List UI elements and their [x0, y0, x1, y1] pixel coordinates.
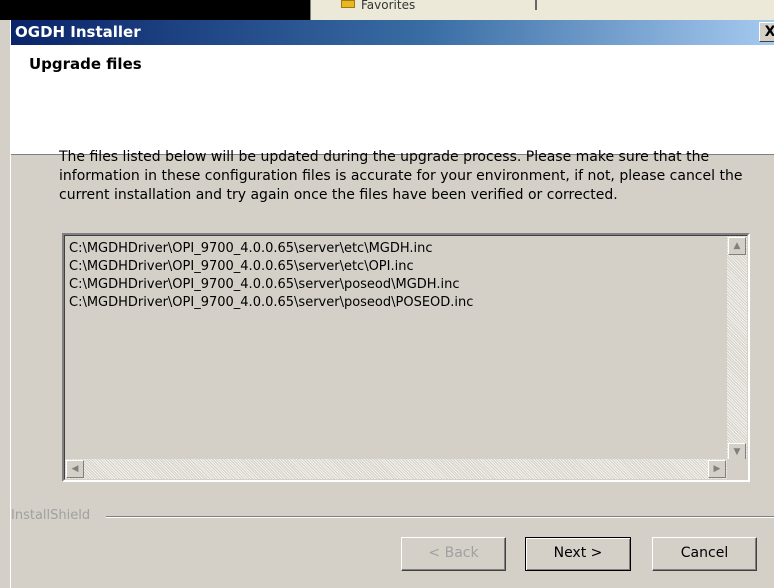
file-item[interactable]: C:\MGDHDriver\OPI_9700_4.0.0.65\server\e…	[69, 240, 729, 258]
installshield-label: InstallShield	[11, 508, 91, 523]
scroll-left-button[interactable]: ◀	[66, 460, 84, 478]
file-list-inner: C:\MGDHDriver\OPI_9700_4.0.0.65\server\e…	[64, 235, 748, 480]
arrow-right-icon: ▶	[713, 464, 721, 474]
horizontal-scrollbar[interactable]: ◀ ▶	[65, 459, 727, 479]
arrow-left-icon: ◀	[71, 464, 79, 474]
arrow-down-icon: ▼	[733, 447, 741, 457]
page-title: Upgrade files	[29, 55, 142, 73]
cancel-button[interactable]: Cancel	[652, 537, 757, 571]
favorites-folder-icon	[341, 0, 355, 8]
vertical-scrollbar[interactable]: ▲ ▼	[727, 236, 747, 462]
window-title: OGDH Installer	[15, 23, 141, 41]
separator-line	[106, 516, 774, 518]
background-window: Favorites	[310, 0, 774, 20]
favorites-label: Favorites	[361, 0, 416, 12]
title-bar[interactable]: OGDH Installer X	[11, 20, 774, 45]
close-button[interactable]: X	[759, 22, 774, 42]
scroll-up-button[interactable]: ▲	[728, 237, 746, 255]
scrollbar-corner	[727, 459, 747, 479]
file-list-box[interactable]: C:\MGDHDriver\OPI_9700_4.0.0.65\server\e…	[62, 233, 750, 482]
arrow-up-icon: ▲	[733, 241, 741, 251]
separator	[535, 0, 537, 10]
next-button[interactable]: Next >	[525, 537, 631, 571]
scroll-right-button[interactable]: ▶	[708, 460, 726, 478]
file-item[interactable]: C:\MGDHDriver\OPI_9700_4.0.0.65\server\p…	[69, 294, 729, 312]
file-item[interactable]: C:\MGDHDriver\OPI_9700_4.0.0.65\server\e…	[69, 258, 729, 276]
installer-dialog: OGDH Installer X Upgrade files The files…	[10, 20, 774, 588]
file-item[interactable]: C:\MGDHDriver\OPI_9700_4.0.0.65\server\p…	[69, 276, 729, 294]
back-button[interactable]: < Back	[401, 537, 506, 571]
file-list: C:\MGDHDriver\OPI_9700_4.0.0.65\server\e…	[69, 240, 729, 460]
header-panel: Upgrade files	[11, 45, 774, 155]
description-text: The files listed below will be updated d…	[59, 149, 743, 203]
